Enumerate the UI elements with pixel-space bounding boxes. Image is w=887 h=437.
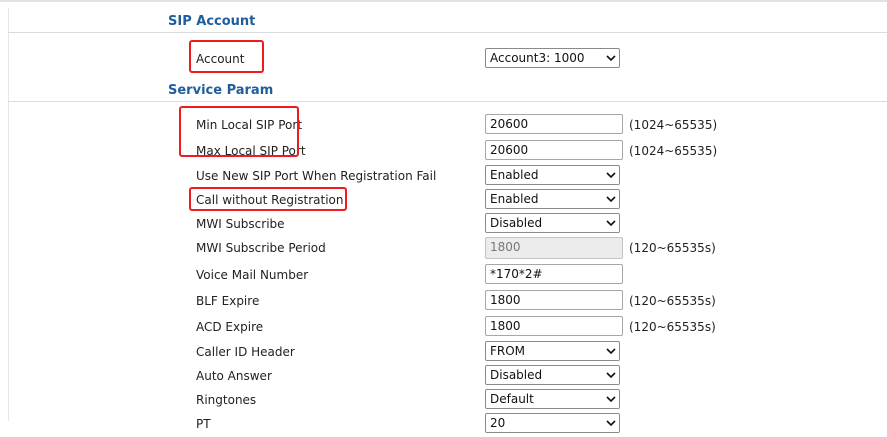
partial-label: PT — [196, 417, 211, 431]
row-call-without-registration: Call without Registration Enabled — [0, 189, 887, 213]
chevron-down-icon — [606, 348, 616, 355]
row-auto-answer: Auto Answer Disabled — [0, 365, 887, 389]
blf-expire-input[interactable]: 1800 — [485, 290, 623, 310]
row-voice-mail-number: Voice Mail Number *170*2# — [0, 264, 887, 288]
ringtones-label: Ringtones — [196, 393, 257, 407]
use-new-sip-port-select[interactable]: Enabled — [485, 165, 620, 185]
mwi-subscribe-period-input: 1800 — [485, 237, 623, 259]
highlight-box-sip-ports — [179, 106, 299, 157]
top-border — [0, 0, 887, 2]
row-max-local-sip-port: Max Local SIP Port 20600 (1024~65535) — [0, 140, 887, 164]
mwi-subscribe-period-label: MWI Subscribe Period — [196, 241, 326, 255]
auto-answer-label: Auto Answer — [196, 369, 272, 383]
max-local-sip-port-input[interactable]: 20600 — [485, 140, 623, 160]
use-new-sip-port-label: Use New SIP Port When Registration Fail — [196, 169, 437, 183]
highlight-box-call-without-registration — [189, 187, 347, 211]
chevron-down-icon — [606, 196, 616, 203]
mwi-subscribe-value: Disabled — [490, 216, 543, 230]
voice-mail-number-input[interactable]: *170*2# — [485, 264, 623, 284]
row-mwi-subscribe-period: MWI Subscribe Period 1800 (120~65535s) — [0, 237, 887, 261]
row-acd-expire: ACD Expire 1800 (120~65535s) — [0, 316, 887, 340]
voice-mail-number-label: Voice Mail Number — [196, 268, 309, 282]
chevron-down-icon — [606, 396, 616, 403]
section-divider — [8, 32, 887, 33]
chevron-down-icon — [606, 420, 616, 427]
chevron-down-icon — [606, 55, 616, 62]
acd-expire-range: (120~65535s) — [629, 320, 716, 334]
call-without-registration-value: Enabled — [490, 192, 539, 206]
caller-id-header-select[interactable]: FROM — [485, 341, 620, 361]
auto-answer-select[interactable]: Disabled — [485, 365, 620, 385]
blf-expire-range: (120~65535s) — [629, 294, 716, 308]
mwi-subscribe-period-range: (120~65535s) — [629, 241, 716, 255]
partial-select-value: 20 — [490, 416, 506, 430]
caller-id-header-label: Caller ID Header — [196, 345, 295, 359]
mwi-subscribe-select[interactable]: Disabled — [485, 213, 620, 233]
account-select-value: Account3: 1000 — [490, 51, 585, 65]
ringtones-select[interactable]: Default — [485, 389, 620, 409]
section-title-sip-account: SIP Account — [168, 14, 256, 29]
chevron-down-icon — [606, 220, 616, 227]
section-title-service-param: Service Param — [168, 83, 274, 98]
row-use-new-sip-port: Use New SIP Port When Registration Fail … — [0, 165, 887, 189]
chevron-down-icon — [606, 172, 616, 179]
acd-expire-input[interactable]: 1800 — [485, 316, 623, 336]
row-min-local-sip-port: Min Local SIP Port 20600 (1024~65535) — [0, 114, 887, 138]
section-divider — [8, 101, 887, 102]
auto-answer-value: Disabled — [490, 368, 543, 382]
chevron-down-icon — [606, 372, 616, 379]
call-without-registration-select[interactable]: Enabled — [485, 189, 620, 209]
min-local-sip-port-input[interactable]: 20600 — [485, 114, 623, 134]
max-local-sip-port-range: (1024~65535) — [629, 144, 718, 158]
acd-expire-label: ACD Expire — [196, 320, 264, 334]
blf-expire-label: BLF Expire — [196, 294, 260, 308]
row-account: Account Account3: 1000 — [0, 48, 887, 72]
partial-select[interactable]: 20 — [485, 413, 620, 433]
row-caller-id-header: Caller ID Header FROM — [0, 341, 887, 365]
mwi-subscribe-label: MWI Subscribe — [196, 217, 285, 231]
caller-id-header-value: FROM — [490, 344, 526, 358]
row-ringtones: Ringtones Default — [0, 389, 887, 413]
highlight-box-account — [189, 40, 264, 73]
row-partial: PT 20 — [0, 413, 887, 437]
row-mwi-subscribe: MWI Subscribe Disabled — [0, 213, 887, 237]
account-select[interactable]: Account3: 1000 — [485, 48, 620, 68]
min-local-sip-port-range: (1024~65535) — [629, 118, 718, 132]
use-new-sip-port-value: Enabled — [490, 168, 539, 182]
ringtones-value: Default — [490, 392, 534, 406]
row-blf-expire: BLF Expire 1800 (120~65535s) — [0, 290, 887, 314]
